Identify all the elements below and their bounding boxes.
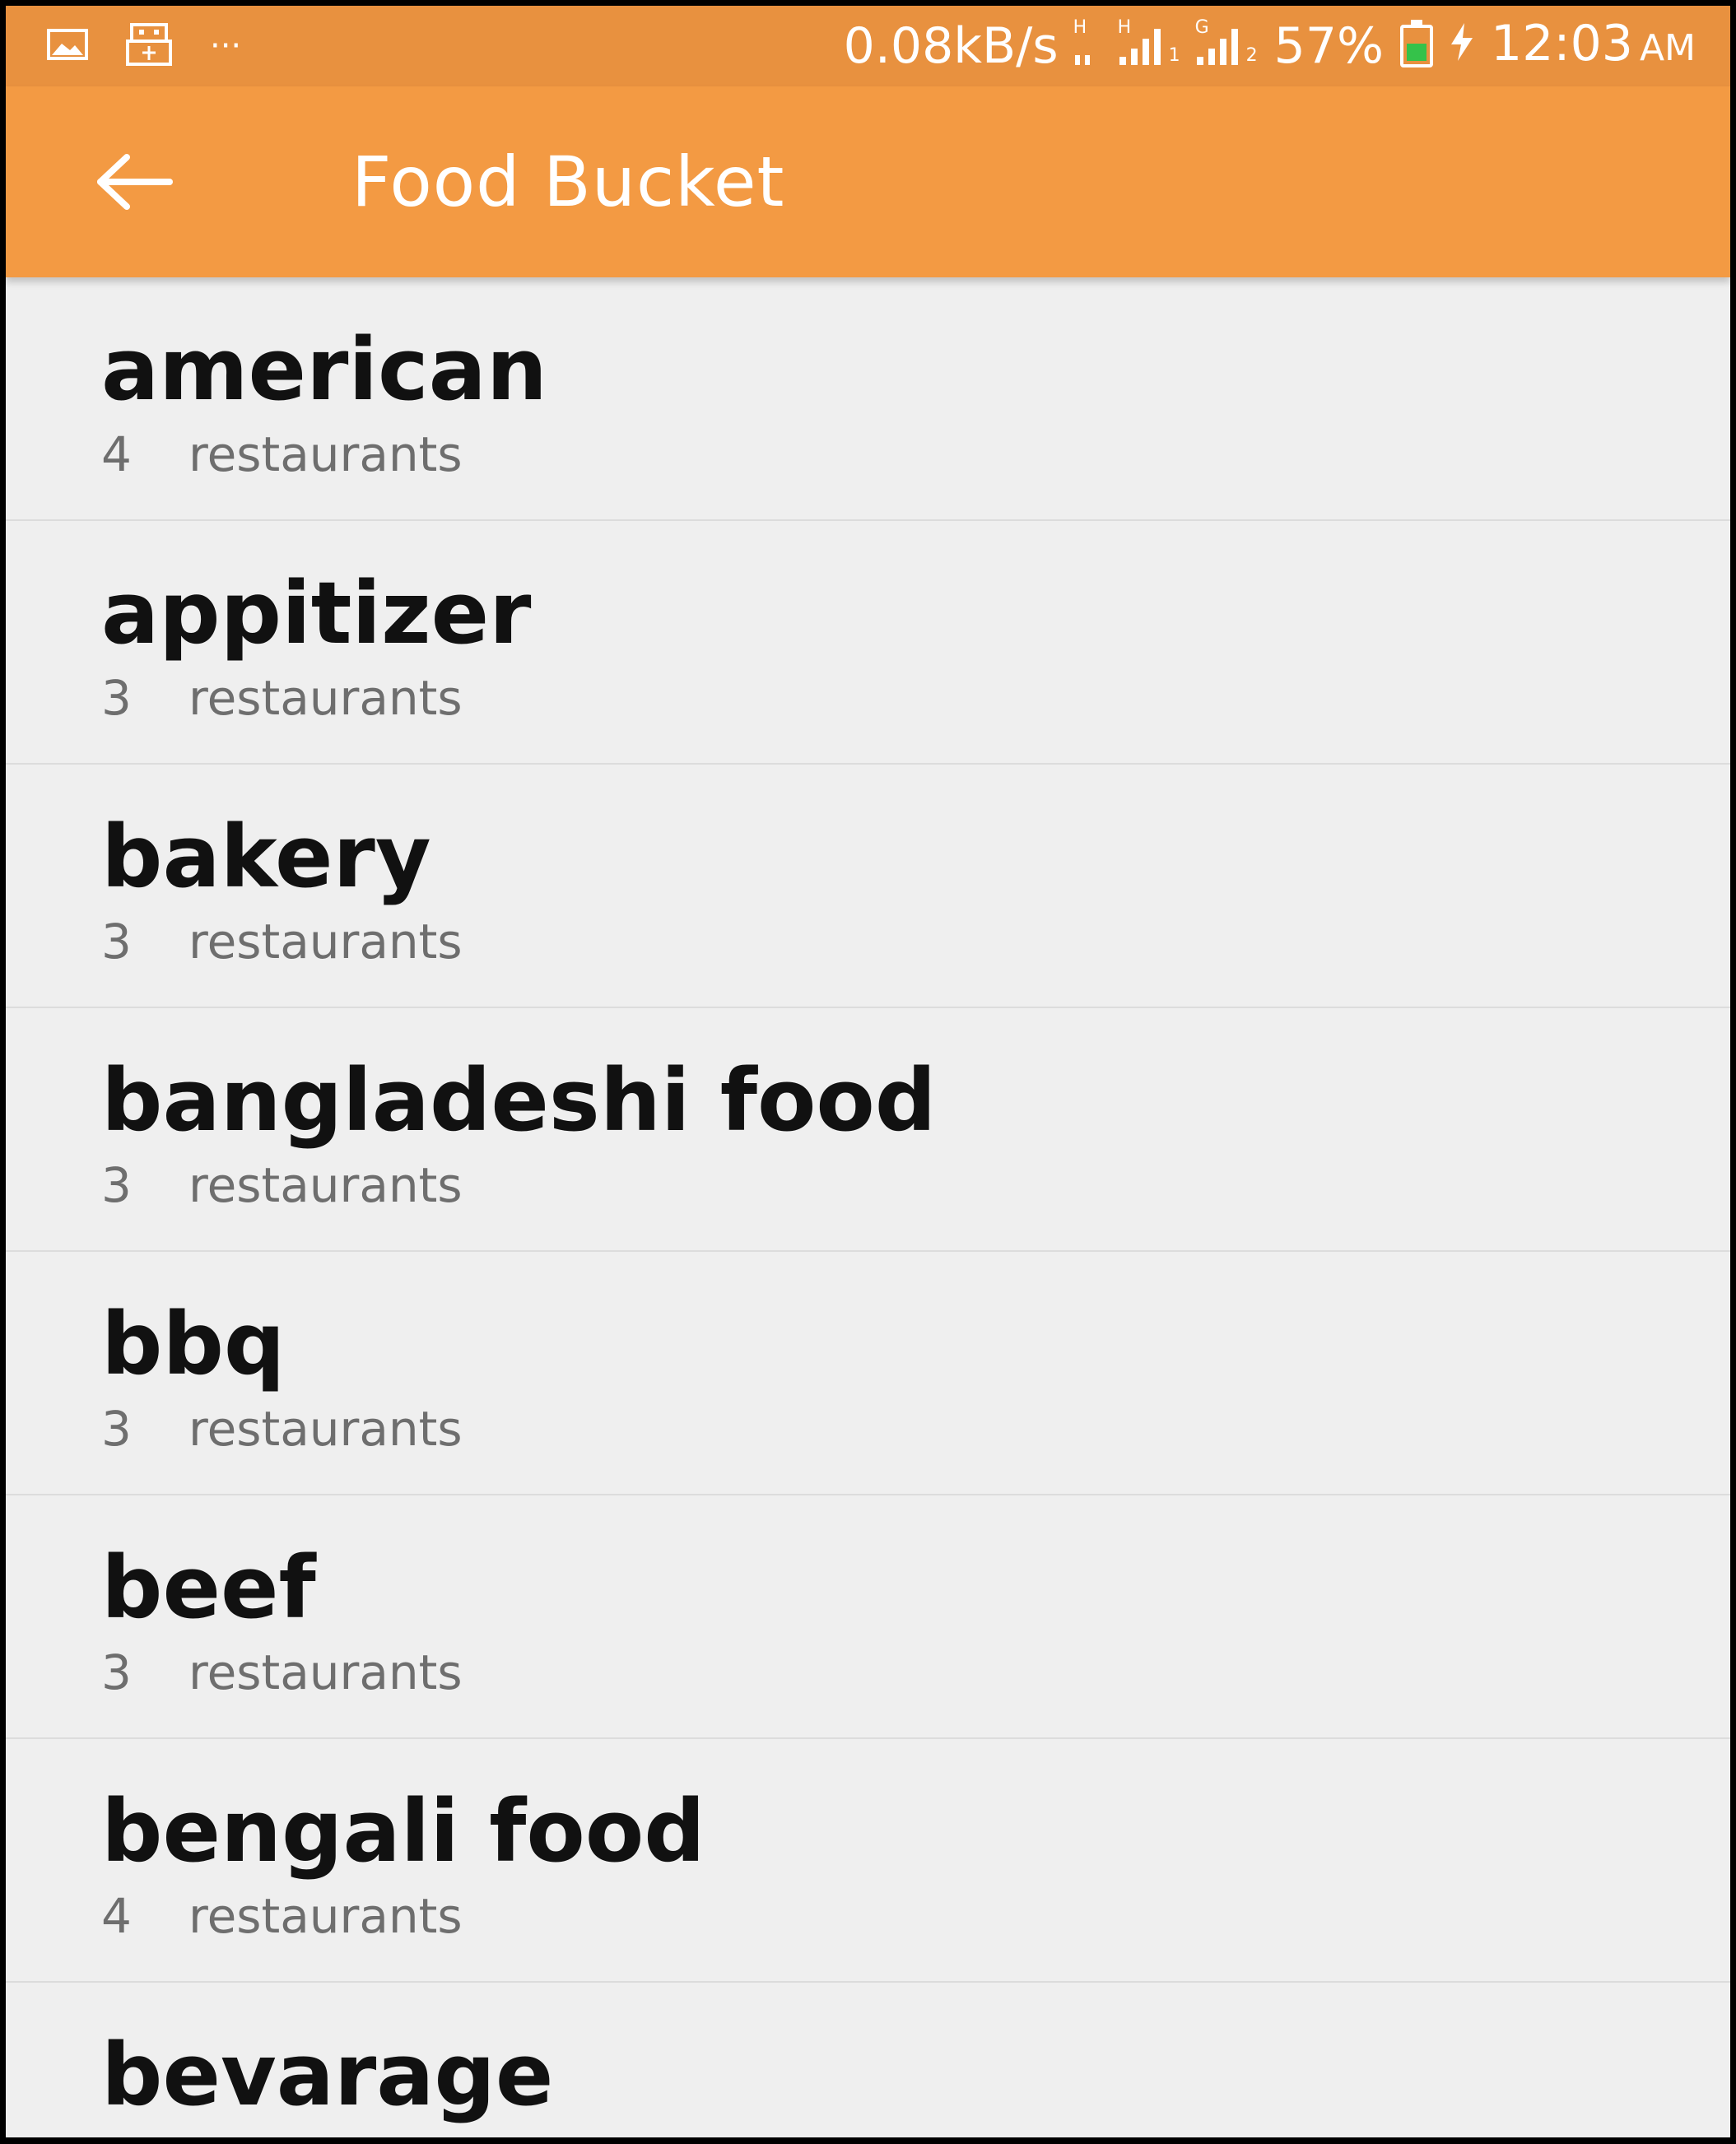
signal-icon-sim2: G 2 bbox=[1195, 19, 1258, 66]
sim2-label: 2 bbox=[1245, 45, 1258, 66]
restaurant-count: 3 restaurants bbox=[101, 1156, 463, 1214]
list-item[interactable]: bbq 3 restaurants bbox=[6, 1252, 1730, 1495]
restaurant-count: 3 restaurants bbox=[101, 669, 463, 727]
category-name: bengali food bbox=[101, 1781, 705, 1881]
count-value: 4 bbox=[101, 426, 132, 482]
category-name: beef bbox=[101, 1537, 316, 1638]
restaurant-count: 3 restaurants bbox=[101, 1644, 463, 1701]
page-title: Food Bucket bbox=[351, 142, 785, 222]
list-item[interactable]: bengali food 4 restaurants bbox=[6, 1739, 1730, 1983]
restaurant-count: 3 restaurants bbox=[101, 913, 463, 970]
count-value: 3 bbox=[101, 1157, 132, 1213]
restaurant-count: 3 restaurants bbox=[101, 1400, 463, 1458]
category-name: bevarage bbox=[101, 2025, 554, 2125]
category-name: appitizer bbox=[101, 563, 532, 663]
net2-type: H bbox=[1117, 17, 1132, 38]
category-name: bangladeshi food bbox=[101, 1050, 937, 1151]
count-value: 4 bbox=[101, 1888, 132, 1944]
count-unit: restaurants bbox=[188, 1644, 463, 1700]
category-name: bakery bbox=[101, 807, 431, 907]
count-unit: restaurants bbox=[188, 426, 463, 482]
count-value: 3 bbox=[101, 670, 132, 726]
sim1-label: 1 bbox=[1168, 45, 1180, 66]
count-unit: restaurants bbox=[188, 1888, 463, 1944]
battery-percent: 57% bbox=[1273, 17, 1385, 75]
back-button[interactable] bbox=[88, 141, 179, 223]
list-item[interactable]: american 4 restaurants bbox=[6, 277, 1730, 521]
status-bar: ··· 0.08kB/s H H 1 G 2 57% 12:03 AM bbox=[6, 6, 1730, 86]
net3-type: G bbox=[1194, 17, 1209, 38]
battery-icon bbox=[1400, 20, 1434, 67]
count-value: 3 bbox=[101, 1644, 132, 1700]
network-speed: 0.08kB/s bbox=[843, 17, 1059, 75]
restaurant-count: 4 restaurants bbox=[101, 426, 463, 483]
count-unit: restaurants bbox=[188, 670, 463, 726]
restaurant-count bbox=[101, 2131, 188, 2137]
count-unit: restaurants bbox=[188, 1401, 463, 1457]
count-unit: restaurants bbox=[188, 1157, 463, 1213]
clock: 12:03 AM bbox=[1491, 19, 1696, 73]
signal-icon-sim1: H 1 bbox=[1118, 19, 1180, 66]
list-item[interactable]: bevarage bbox=[6, 1983, 1730, 2137]
count-unit: restaurants bbox=[188, 914, 463, 970]
list-item[interactable]: bakery 3 restaurants bbox=[6, 765, 1730, 1008]
clock-ampm: AM bbox=[1639, 27, 1696, 69]
usb-icon bbox=[125, 22, 173, 70]
charging-icon bbox=[1450, 21, 1474, 71]
image-icon bbox=[47, 29, 88, 63]
category-name: bbq bbox=[101, 1294, 286, 1394]
count-value: 3 bbox=[101, 1401, 132, 1457]
restaurant-count: 4 restaurants bbox=[101, 1887, 463, 1945]
list-item[interactable]: appitizer 3 restaurants bbox=[6, 521, 1730, 765]
category-list: american 4 restaurants appitizer 3 restaur… bbox=[6, 277, 1730, 2137]
app-bar: Food Bucket bbox=[6, 86, 1730, 277]
status-notifications: ··· bbox=[47, 6, 241, 86]
category-name: american bbox=[101, 319, 547, 420]
list-item[interactable]: bangladeshi food 3 restaurants bbox=[6, 1008, 1730, 1252]
status-indicators: 0.08kB/s H H 1 G 2 57% 12:03 AM bbox=[844, 6, 1696, 86]
more-icon: ··· bbox=[210, 27, 242, 65]
net1-type: H bbox=[1073, 17, 1087, 38]
clock-time: 12:03 bbox=[1491, 15, 1633, 72]
signal-icon: H bbox=[1073, 19, 1103, 65]
arrow-left-icon bbox=[97, 154, 173, 210]
phone-screen: ··· 0.08kB/s H H 1 G 2 57% 12:03 AM Food… bbox=[6, 6, 1730, 2137]
count-value: 3 bbox=[101, 914, 132, 970]
list-item[interactable]: beef 3 restaurants bbox=[6, 1495, 1730, 1739]
